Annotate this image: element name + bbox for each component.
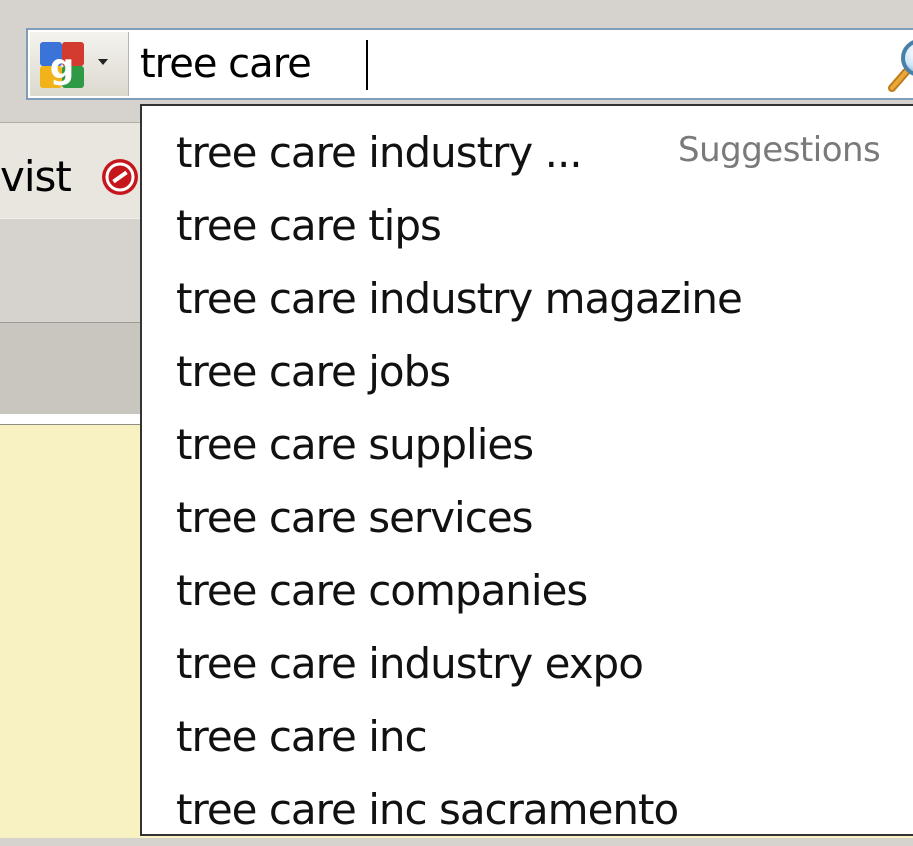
suggestions-list: tree care industry ... tree care tips tr… xyxy=(176,116,743,846)
search-input[interactable] xyxy=(140,34,840,94)
suggestion-item[interactable]: tree care tips xyxy=(176,189,742,262)
search-engine-button[interactable]: g xyxy=(30,32,129,96)
suggestions-dropdown: Suggestions tree care industry ... tree … xyxy=(140,104,913,836)
suggestion-item[interactable]: tree care industry expo xyxy=(176,627,742,700)
suggestion-item[interactable]: tree care supplies xyxy=(176,408,742,481)
text-cursor xyxy=(366,40,368,90)
suggestion-item[interactable]: tree care inc sacramento xyxy=(176,773,742,846)
suggestion-item[interactable]: tree care jobs xyxy=(176,335,742,408)
search-box: g xyxy=(26,28,913,100)
magnifier-icon[interactable] xyxy=(886,36,913,94)
bookmark-item-label[interactable]: vist xyxy=(0,153,72,201)
chevron-down-icon xyxy=(98,59,108,65)
suggestion-item[interactable]: tree care inc xyxy=(176,700,742,773)
suggestion-item[interactable]: tree care services xyxy=(176,481,742,554)
suggestion-item[interactable]: tree care industry magazine xyxy=(176,262,743,335)
google-logo-icon: g xyxy=(40,42,84,88)
suggestion-item[interactable]: tree care industry ... xyxy=(176,116,742,189)
red-circle-icon[interactable] xyxy=(100,157,140,197)
suggestion-item[interactable]: tree care companies xyxy=(176,554,742,627)
svg-text:g: g xyxy=(50,47,74,87)
